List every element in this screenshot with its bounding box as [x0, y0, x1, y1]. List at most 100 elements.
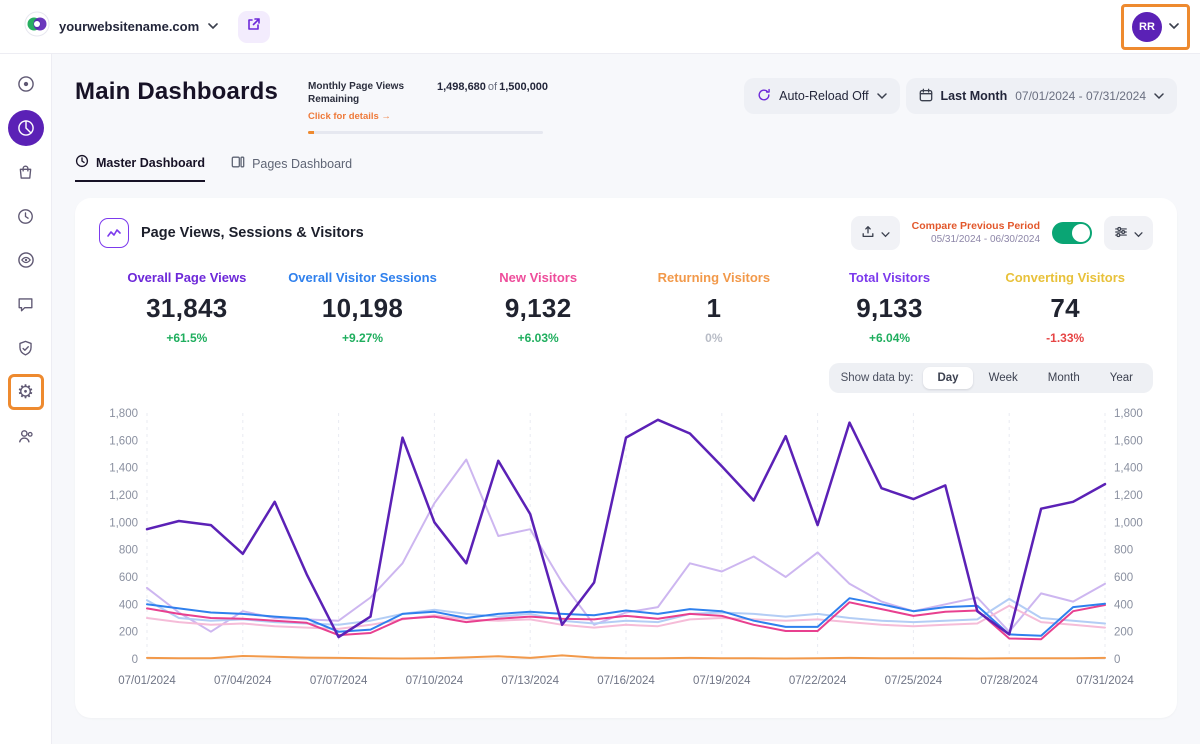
show-data-by-label: Show data by:	[835, 372, 922, 384]
show-data-by-control: Show data by: Day Week Month Year	[829, 363, 1153, 393]
svg-text:400: 400	[119, 599, 138, 611]
metric-value: 31,843	[99, 293, 275, 324]
tab-label: Pages Dashboard	[252, 157, 352, 171]
export-button[interactable]	[851, 216, 900, 250]
metric-value: 1	[626, 293, 802, 324]
date-range-button[interactable]: Last Month 07/01/2024 - 07/31/2024	[906, 78, 1177, 114]
metric-overall-page-views[interactable]: Overall Page Views 31,843 +61.5%	[99, 270, 275, 345]
metric-overall-visitor-sessions[interactable]: Overall Visitor Sessions 10,198 +9.27%	[275, 270, 451, 345]
chart-area[interactable]: 07/01/202407/04/202407/07/202407/10/2024…	[99, 403, 1153, 700]
svg-text:07/04/2024: 07/04/2024	[214, 675, 272, 687]
metric-delta: +9.27%	[275, 331, 451, 345]
app-logo-icon	[24, 11, 50, 42]
svg-text:200: 200	[1114, 627, 1133, 639]
sidebar-item-settings[interactable]: ⚙	[8, 374, 44, 410]
chat-icon	[16, 295, 35, 314]
metric-label: New Visitors	[450, 270, 626, 285]
svg-text:07/19/2024: 07/19/2024	[693, 675, 751, 687]
metric-delta: 0%	[626, 331, 802, 345]
sidebar-item-history[interactable]	[8, 198, 44, 234]
refresh-icon	[757, 88, 771, 105]
svg-text:0: 0	[1114, 654, 1120, 666]
svg-text:1,400: 1,400	[1114, 463, 1143, 475]
gear-icon: ⚙	[17, 383, 34, 402]
open-site-button[interactable]	[238, 11, 270, 43]
top-bar: yourwebsitename.com RR	[0, 0, 1200, 54]
sidebar: ⚙	[0, 54, 52, 744]
metric-label: Overall Visitor Sessions	[275, 270, 451, 285]
sidebar-item-users[interactable]	[8, 418, 44, 454]
svg-text:1,600: 1,600	[109, 435, 138, 447]
quota-progress-fill	[308, 131, 314, 134]
metric-delta: +6.04%	[802, 331, 978, 345]
metric-label: Converting Visitors	[977, 270, 1153, 285]
sidebar-item-visitors[interactable]	[8, 242, 44, 278]
chevron-down-icon	[881, 226, 890, 241]
granularity-month[interactable]: Month	[1034, 367, 1094, 389]
chevron-down-icon	[1154, 89, 1164, 103]
granularity-week[interactable]: Week	[975, 367, 1032, 389]
svg-text:600: 600	[1114, 572, 1133, 584]
tab-master-dashboard[interactable]: Master Dashboard	[75, 154, 205, 182]
chevron-down-icon	[877, 89, 887, 103]
metric-value: 74	[977, 293, 1153, 324]
metric-returning-visitors[interactable]: Returning Visitors 1 0%	[626, 270, 802, 345]
svg-text:07/31/2024: 07/31/2024	[1076, 675, 1134, 687]
metric-value: 9,132	[450, 293, 626, 324]
svg-text:07/13/2024: 07/13/2024	[501, 675, 559, 687]
date-preset-label: Last Month	[941, 89, 1008, 103]
disc-icon	[16, 74, 36, 94]
dashboard-tabs: Master Dashboard Pages Dashboard	[75, 154, 1177, 182]
metric-label: Returning Visitors	[626, 270, 802, 285]
svg-text:400: 400	[1114, 599, 1133, 611]
svg-text:1,200: 1,200	[1114, 490, 1143, 502]
avatar[interactable]: RR	[1132, 12, 1162, 42]
svg-text:1,200: 1,200	[109, 490, 138, 502]
auto-reload-button[interactable]: Auto-Reload Off	[744, 78, 899, 114]
svg-text:1,800: 1,800	[109, 408, 138, 420]
svg-text:07/16/2024: 07/16/2024	[597, 675, 655, 687]
sidebar-item-chat[interactable]	[8, 286, 44, 322]
sliders-icon	[1114, 225, 1128, 242]
quota-block: Monthly Page Views Remaining Click for d…	[308, 80, 548, 134]
metric-label: Total Visitors	[802, 270, 978, 285]
metric-value: 9,133	[802, 293, 978, 324]
line-chart-icon	[99, 218, 129, 248]
chevron-down-icon	[208, 23, 218, 30]
compare-range: 05/31/2024 - 06/30/2024	[912, 233, 1040, 247]
sidebar-item-security[interactable]	[8, 330, 44, 366]
quota-label: Monthly Page Views Remaining	[308, 80, 427, 106]
svg-text:07/25/2024: 07/25/2024	[885, 675, 943, 687]
quota-details-link[interactable]: Click for details →	[308, 111, 391, 122]
metric-new-visitors[interactable]: New Visitors 9,132 +6.03%	[450, 270, 626, 345]
chart-settings-button[interactable]	[1104, 216, 1153, 250]
svg-text:200: 200	[119, 627, 138, 639]
metric-total-visitors[interactable]: Total Visitors 9,133 +6.04%	[802, 270, 978, 345]
date-range-value: 07/01/2024 - 07/31/2024	[1015, 89, 1146, 103]
metric-label: Overall Page Views	[99, 270, 275, 285]
svg-text:1,600: 1,600	[1114, 435, 1143, 447]
svg-text:600: 600	[119, 572, 138, 584]
sidebar-item-dashboards[interactable]	[8, 110, 44, 146]
tab-pages-dashboard[interactable]: Pages Dashboard	[231, 154, 352, 182]
metric-converting-visitors[interactable]: Converting Visitors 74 -1.33%	[977, 270, 1153, 345]
users-icon	[16, 426, 36, 446]
svg-text:1,000: 1,000	[109, 517, 138, 529]
card-title: Page Views, Sessions & Visitors	[141, 225, 364, 241]
granularity-day[interactable]: Day	[923, 367, 972, 389]
export-icon	[861, 225, 875, 242]
site-switcher[interactable]: yourwebsitename.com	[14, 5, 228, 48]
metric-value: 10,198	[275, 293, 451, 324]
main-content: Main Dashboards Monthly Page Views Remai…	[52, 54, 1200, 744]
sidebar-item-overview[interactable]	[8, 66, 44, 102]
granularity-year[interactable]: Year	[1096, 367, 1147, 389]
compare-label: Compare Previous Period	[912, 219, 1040, 233]
compare-toggle[interactable]	[1052, 222, 1092, 244]
svg-text:1,400: 1,400	[109, 463, 138, 475]
eye-icon	[16, 250, 36, 270]
metric-delta: -1.33%	[977, 331, 1153, 345]
svg-text:07/10/2024: 07/10/2024	[406, 675, 464, 687]
svg-text:07/22/2024: 07/22/2024	[789, 675, 847, 687]
account-menu[interactable]: RR	[1121, 4, 1190, 50]
sidebar-item-store[interactable]	[8, 154, 44, 190]
